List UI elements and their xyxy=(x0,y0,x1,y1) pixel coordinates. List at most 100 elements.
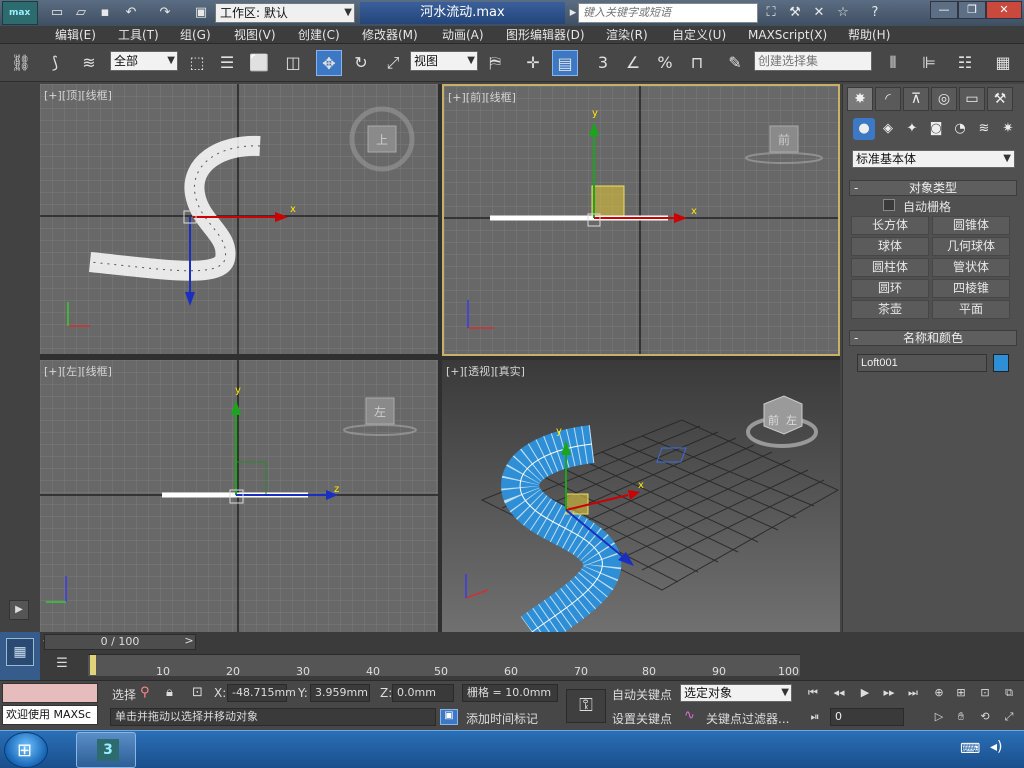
torus-button[interactable]: 圆环 xyxy=(851,279,929,298)
restore-button[interactable]: ❐ xyxy=(958,1,986,19)
z-coord-field[interactable]: 0.0mm xyxy=(392,684,454,702)
edit-named-selection-icon[interactable]: ✎ xyxy=(722,50,748,76)
go-to-start-icon[interactable]: ⏮ xyxy=(804,685,822,701)
key-tools-icon[interactable]: ⚒ xyxy=(786,4,804,22)
mini-curve-editor-toggle[interactable]: ▦ xyxy=(0,632,40,680)
next-frame-button[interactable]: > xyxy=(182,634,196,650)
create-tab-icon[interactable]: ✸ xyxy=(847,87,873,111)
zoom-icon[interactable]: ⊕ xyxy=(930,685,948,701)
space-warps-icon[interactable]: ≋ xyxy=(973,118,995,140)
play-icon[interactable]: ▶ xyxy=(856,685,874,701)
window-crossing-icon[interactable]: ◫ xyxy=(280,50,306,76)
new-file-icon[interactable]: ▭ xyxy=(48,4,66,22)
open-file-icon[interactable]: ▱ xyxy=(72,4,90,22)
maxscript-mini-listener[interactable]: 欢迎使用 MAXSc xyxy=(2,705,98,725)
menu-graph-editors[interactable]: 图形编辑器(D) xyxy=(506,26,585,44)
viewport-top[interactable]: x 上 [+][顶][线框] xyxy=(40,84,438,354)
lock-selection-icon[interactable]: 🔒︎ xyxy=(166,685,182,701)
key-filters-button[interactable]: 关键点过滤器... xyxy=(706,710,789,727)
pivot-center-icon[interactable]: ⛿ xyxy=(482,50,508,76)
set-key-icon[interactable]: ⚿ xyxy=(566,689,606,723)
layer-manager-icon[interactable]: ☷ xyxy=(952,50,978,76)
helpers-icon[interactable]: ◔ xyxy=(949,118,971,140)
motion-tab-icon[interactable]: ◎ xyxy=(931,87,957,111)
previous-frame-icon[interactable]: ◂◂ xyxy=(830,685,848,701)
rect-selection-icon[interactable]: ⬜ xyxy=(246,50,272,76)
viewport-perspective-label[interactable]: [+][透视][真实] xyxy=(446,363,525,379)
select-by-name-icon[interactable]: ☰ xyxy=(214,50,240,76)
bind-space-warp-icon[interactable]: ≋ xyxy=(76,50,102,76)
exchange-icon[interactable]: ✕ xyxy=(810,4,828,22)
isolate-icon[interactable]: ⚲ xyxy=(140,685,156,701)
name-color-rollout-header[interactable]: - 名称和颜色 xyxy=(849,330,1017,346)
object-color-swatch[interactable] xyxy=(993,354,1009,372)
field-of-view-icon[interactable]: ▷ xyxy=(930,709,948,725)
link-icon[interactable]: ⛓ xyxy=(8,50,34,76)
modify-tab-icon[interactable]: ◜ xyxy=(875,87,901,111)
absolute-mode-icon[interactable]: ⊡ xyxy=(192,685,208,701)
next-frame-icon[interactable]: ▸▸ xyxy=(880,685,898,701)
reference-coord-select[interactable]: 视图 ▼ xyxy=(410,51,478,71)
pyramid-button[interactable]: 四棱锥 xyxy=(932,279,1010,298)
maxscript-listener-pink[interactable] xyxy=(2,683,98,703)
menu-animation[interactable]: 动画(A) xyxy=(442,26,484,44)
menu-modifiers[interactable]: 修改器(M) xyxy=(362,26,418,44)
object-type-rollout-header[interactable]: - 对象类型 xyxy=(849,180,1017,196)
project-icon[interactable]: ▣ xyxy=(192,4,210,22)
teapot-button[interactable]: 茶壶 xyxy=(851,300,929,319)
redo-icon[interactable]: ↷ xyxy=(156,4,174,22)
named-selection-input[interactable] xyxy=(754,51,872,71)
select-object-icon[interactable]: ⬚ xyxy=(184,50,210,76)
save-icon[interactable]: ▪ xyxy=(96,4,114,22)
auto-key-button[interactable]: 自动关键点 xyxy=(612,686,672,703)
close-button[interactable]: ✕ xyxy=(986,1,1022,19)
help-icon[interactable]: ? xyxy=(866,4,884,22)
viewport-front[interactable]: x y 前 [+][前][线框] xyxy=(442,84,840,356)
select-and-move-icon[interactable]: ✥ xyxy=(316,50,342,76)
spinner-snap-icon[interactable]: ⊓ xyxy=(684,50,710,76)
time-slider[interactable]: 0 / 100 xyxy=(44,634,196,650)
shapes-icon[interactable]: ◈ xyxy=(877,118,899,140)
unlink-icon[interactable]: ⟆ xyxy=(42,50,68,76)
app-logo[interactable]: max xyxy=(2,1,38,25)
mirror-icon[interactable]: ⫴ xyxy=(880,50,906,76)
lights-icon[interactable]: ✦ xyxy=(901,118,923,140)
menu-customize[interactable]: 自定义(U) xyxy=(672,26,726,44)
menu-help[interactable]: 帮助(H) xyxy=(848,26,890,44)
sphere-button[interactable]: 球体 xyxy=(851,237,929,256)
add-time-tag-icon[interactable]: ▣ xyxy=(440,709,458,725)
keyboard-shortcut-override-icon[interactable]: ▤ xyxy=(552,50,578,76)
taskbar-3dsmax[interactable]: 3 xyxy=(76,732,136,768)
curve-editor-icon[interactable]: ☰ xyxy=(50,656,74,674)
undo-icon[interactable]: ↶ xyxy=(122,4,140,22)
menu-views[interactable]: 视图(V) xyxy=(234,26,276,44)
angle-snap-icon[interactable]: ∠ xyxy=(620,50,646,76)
set-key-button[interactable]: 设置关键点 xyxy=(612,710,672,727)
menu-rendering[interactable]: 渲染(R) xyxy=(606,26,648,44)
viewport-top-label[interactable]: [+][顶][线框] xyxy=(44,87,112,103)
maximize-viewport-icon[interactable]: ⤢ xyxy=(1000,709,1018,725)
x-coord-field[interactable]: -48.715mm xyxy=(227,684,296,702)
zoom-extents-all-icon[interactable]: ⧉ xyxy=(1000,685,1018,701)
time-marker[interactable] xyxy=(90,655,96,675)
frame-ruler[interactable]: 10 20 30 40 50 60 70 80 90 100 xyxy=(88,654,800,678)
utilities-tab-icon[interactable]: ⚒ xyxy=(987,87,1013,111)
zoom-extents-icon[interactable]: ⊡ xyxy=(976,685,994,701)
binoculars-icon[interactable]: ⛶ xyxy=(762,4,780,22)
display-tab-icon[interactable]: ▭ xyxy=(959,87,985,111)
category-select[interactable]: 标准基本体 ▼ xyxy=(852,150,1015,168)
select-and-scale-icon[interactable]: ⤢ xyxy=(380,50,406,76)
viewport-front-label[interactable]: [+][前][线框] xyxy=(448,89,516,105)
hierarchy-tab-icon[interactable]: ⊼ xyxy=(903,87,929,111)
viewport-play-icon[interactable]: ▶ xyxy=(9,600,29,620)
pan-icon[interactable]: ✋︎ xyxy=(952,709,970,725)
menu-edit[interactable]: 编辑(E) xyxy=(55,26,96,44)
cylinder-button[interactable]: 圆柱体 xyxy=(851,258,929,277)
keyboard-icon[interactable]: ⌨ xyxy=(960,741,980,757)
y-coord-field[interactable]: 3.959mm xyxy=(310,684,370,702)
systems-icon[interactable]: ✷ xyxy=(997,118,1019,140)
plane-button[interactable]: 平面 xyxy=(932,300,1010,319)
zoom-all-icon[interactable]: ⊞ xyxy=(952,685,970,701)
menu-tools[interactable]: 工具(T) xyxy=(118,26,159,44)
start-button[interactable]: ⊞ xyxy=(4,732,48,768)
